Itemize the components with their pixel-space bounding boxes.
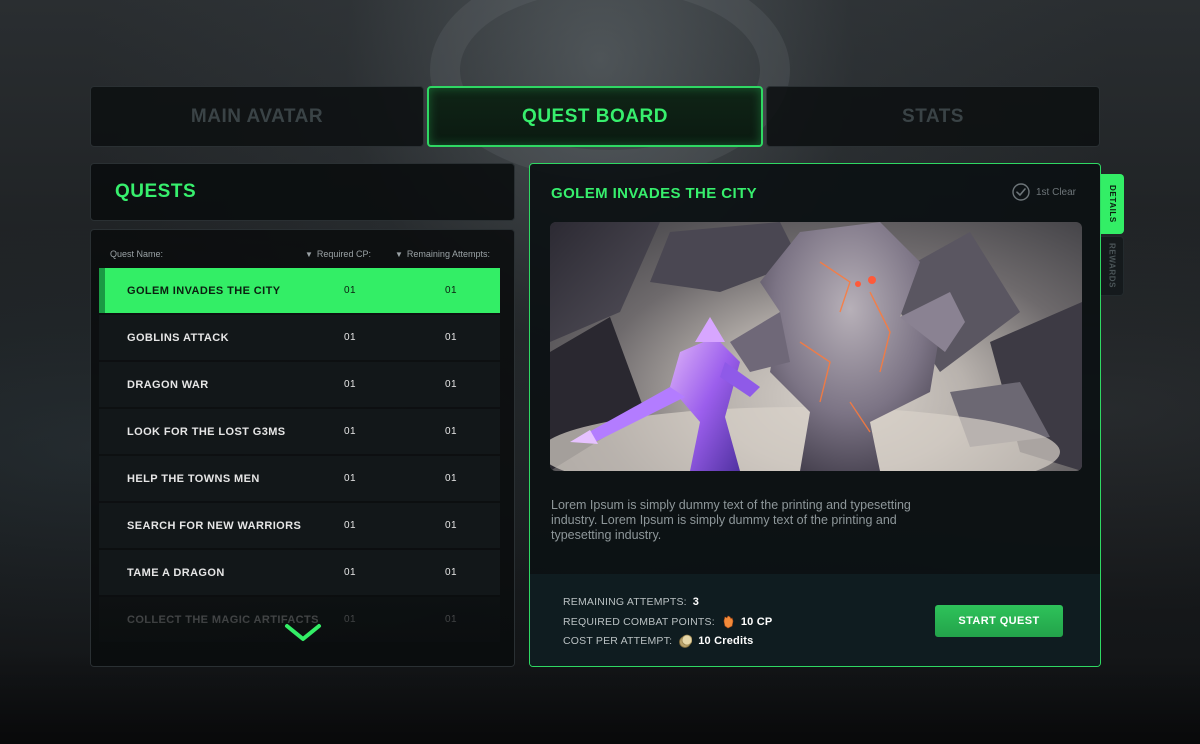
quest-remaining-attempts: 01 bbox=[445, 473, 457, 484]
quest-name: TAME A DRAGON bbox=[127, 567, 225, 579]
quest-required-cp: 01 bbox=[344, 332, 356, 343]
quests-header: QUESTS bbox=[90, 163, 515, 221]
quest-required-cp: 01 bbox=[344, 614, 356, 625]
check-circle-icon bbox=[1012, 183, 1030, 201]
quest-row[interactable]: TAME A DRAGON 01 01 bbox=[99, 550, 500, 595]
fist-icon bbox=[723, 615, 734, 629]
quest-remaining-attempts: 01 bbox=[445, 285, 457, 296]
tab-main-avatar[interactable]: MAIN AVATAR bbox=[90, 86, 424, 147]
main-tabs: MAIN AVATAR QUEST BOARD STATS bbox=[90, 86, 1100, 147]
required-cp-value: 10 CP bbox=[740, 616, 773, 628]
quest-remaining-attempts: 01 bbox=[445, 332, 457, 343]
column-quest-name: Quest Name: bbox=[110, 249, 164, 259]
side-tab-rewards[interactable]: REWARDS bbox=[1101, 236, 1124, 296]
quest-row[interactable]: HELP THE TOWNS MEN 01 01 bbox=[99, 456, 500, 501]
side-tab-rewards-label: REWARDS bbox=[1107, 243, 1117, 289]
tab-stats[interactable]: STATS bbox=[766, 86, 1100, 147]
quest-row[interactable]: DRAGON WAR 01 01 bbox=[99, 362, 500, 407]
side-tab-details[interactable]: DETAILS bbox=[1101, 174, 1124, 234]
cost-per-attempt-label: COST PER ATTEMPT: bbox=[563, 635, 673, 647]
quest-rows: GOLEM INVADES THE CITY 01 01 GOBLINS ATT… bbox=[99, 268, 500, 644]
quest-required-cp: 01 bbox=[344, 473, 356, 484]
cost-per-attempt-value: 10 Credits bbox=[698, 635, 754, 647]
quest-description: Lorem Ipsum is simply dummy text of the … bbox=[551, 498, 911, 542]
coin-icon bbox=[679, 634, 693, 648]
sort-arrow-icon: ▼ bbox=[305, 250, 313, 259]
quest-name: LOOK FOR THE LOST G3MS bbox=[127, 426, 286, 438]
column-required-cp-label: Required CP: bbox=[316, 249, 371, 259]
quest-row[interactable]: SEARCH FOR NEW WARRIORS 01 01 bbox=[99, 503, 500, 548]
quest-name: HELP THE TOWNS MEN bbox=[127, 473, 260, 485]
quest-required-cp: 01 bbox=[344, 567, 356, 578]
quest-remaining-attempts: 01 bbox=[445, 426, 457, 437]
quest-required-cp: 01 bbox=[344, 520, 356, 531]
quest-row[interactable]: GOLEM INVADES THE CITY 01 01 bbox=[99, 268, 500, 313]
quest-row[interactable]: LOOK FOR THE LOST G3MS 01 01 bbox=[99, 409, 500, 454]
remaining-attempts-value: 3 bbox=[692, 596, 700, 608]
quest-artwork bbox=[550, 222, 1082, 471]
quest-name: DRAGON WAR bbox=[127, 379, 209, 391]
start-quest-button[interactable]: START QUEST bbox=[935, 605, 1063, 637]
quest-remaining-attempts: 01 bbox=[445, 379, 457, 390]
quest-info-bar: REMAINING ATTEMPTS: 3 REQUIRED COMBAT PO… bbox=[530, 574, 1100, 666]
remaining-attempts-label: REMAINING ATTEMPTS: bbox=[563, 596, 687, 608]
quest-detail-panel: GOLEM INVADES THE CITY 1st Clear Lorem I… bbox=[529, 163, 1101, 667]
quest-list: Quest Name: ▼ Required CP: ▼ Remaining Att… bbox=[90, 229, 515, 667]
quest-remaining-attempts: 01 bbox=[445, 520, 457, 531]
column-required-cp[interactable]: ▼ Required CP: bbox=[305, 249, 371, 259]
remaining-attempts-line: REMAINING ATTEMPTS: 3 bbox=[563, 596, 699, 608]
column-remaining-attempts[interactable]: ▼ Remaining Attempts: bbox=[395, 249, 490, 259]
tab-quest-board[interactable]: QUEST BOARD bbox=[427, 86, 763, 147]
quest-name: GOBLINS ATTACK bbox=[127, 332, 229, 344]
required-cp-label: REQUIRED COMBAT POINTS: bbox=[563, 616, 715, 628]
quest-required-cp: 01 bbox=[344, 426, 356, 437]
side-tab-details-label: DETAILS bbox=[1108, 185, 1117, 223]
background-floor bbox=[0, 654, 1200, 744]
quest-required-cp: 01 bbox=[344, 379, 356, 390]
quests-title: QUESTS bbox=[115, 181, 197, 202]
quest-detail-title: GOLEM INVADES THE CITY bbox=[551, 185, 758, 202]
quest-remaining-attempts: 01 bbox=[445, 614, 457, 625]
quest-name: GOLEM INVADES THE CITY bbox=[127, 285, 281, 297]
quest-list-header: Quest Name: ▼ Required CP: ▼ Remaining Att… bbox=[91, 249, 514, 263]
column-remaining-attempts-label: Remaining Attempts: bbox=[406, 249, 490, 259]
quest-required-cp: 01 bbox=[344, 285, 356, 296]
first-clear-status: 1st Clear bbox=[1012, 183, 1076, 201]
chevron-down-icon[interactable] bbox=[283, 622, 323, 644]
quest-name: SEARCH FOR NEW WARRIORS bbox=[127, 520, 302, 532]
cost-per-attempt-line: COST PER ATTEMPT: 10 Credits bbox=[563, 634, 753, 648]
quest-remaining-attempts: 01 bbox=[445, 567, 457, 578]
sort-arrow-icon: ▼ bbox=[395, 250, 403, 259]
required-cp-line: REQUIRED COMBAT POINTS: 10 CP bbox=[563, 615, 772, 629]
first-clear-label: 1st Clear bbox=[1035, 186, 1076, 198]
quest-row[interactable]: GOBLINS ATTACK 01 01 bbox=[99, 315, 500, 360]
golem-artwork-image bbox=[550, 222, 1082, 471]
